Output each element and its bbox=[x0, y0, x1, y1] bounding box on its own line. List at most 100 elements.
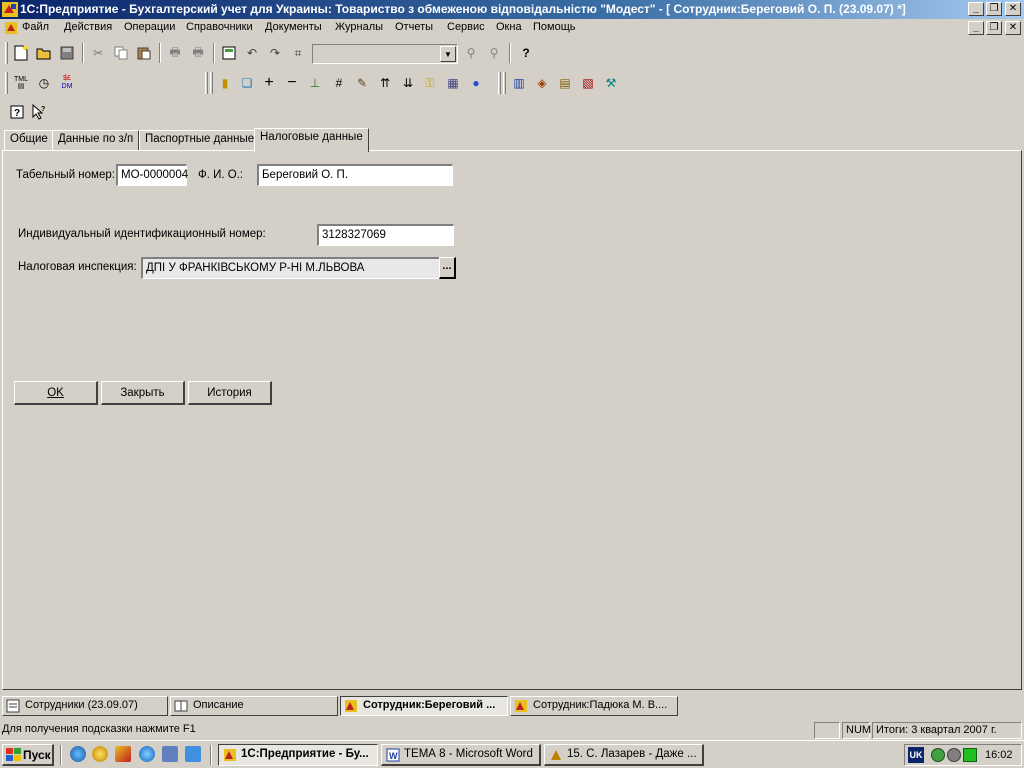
search-combo[interactable]: ▼ bbox=[312, 44, 458, 64]
window-tab-label: Сотрудник:Падюка М. В.... bbox=[533, 699, 668, 711]
menu-file[interactable]: Файл bbox=[22, 21, 49, 33]
print-icon[interactable]: 🖶 bbox=[166, 44, 184, 62]
toolbar-handle[interactable] bbox=[5, 42, 8, 64]
quicklaunch-media-icon[interactable] bbox=[92, 746, 108, 762]
toolbar-handle[interactable] bbox=[210, 72, 213, 94]
menu-windows[interactable]: Окна bbox=[496, 21, 522, 33]
chevron-down-icon[interactable]: ▼ bbox=[440, 46, 456, 62]
find-prev-icon[interactable]: ⚲ bbox=[485, 44, 503, 62]
context-help-icon[interactable]: ? bbox=[30, 103, 48, 121]
tab-number-field[interactable]: МО-0000004 bbox=[116, 164, 188, 186]
book-open-icon[interactable]: ◈ bbox=[533, 74, 551, 92]
quicklaunch-explorer-icon[interactable] bbox=[185, 746, 201, 762]
quicklaunch-1c-icon[interactable] bbox=[115, 746, 131, 762]
paste-icon[interactable] bbox=[135, 44, 153, 62]
post-icon[interactable]: ⊥ bbox=[306, 74, 324, 92]
cash-register-icon[interactable]: ▦ bbox=[444, 74, 462, 92]
ok-button[interactable]: OK bbox=[14, 381, 98, 405]
tray-app-icon[interactable] bbox=[963, 748, 977, 762]
new-document-icon[interactable] bbox=[12, 44, 30, 62]
chart-bars-icon[interactable]: ▥ bbox=[510, 74, 528, 92]
menu-journals[interactable]: Журналы bbox=[335, 21, 383, 33]
book-icon bbox=[174, 700, 188, 712]
toolbar-handle[interactable] bbox=[498, 72, 501, 94]
toolbar-handle[interactable] bbox=[5, 72, 8, 94]
tools-icon[interactable]: ⚒ bbox=[602, 74, 620, 92]
quicklaunch-ie-icon[interactable] bbox=[139, 746, 155, 762]
calculator-icon[interactable] bbox=[220, 44, 238, 62]
menu-operations[interactable]: Операции bbox=[124, 21, 175, 33]
toolbar-handle[interactable] bbox=[205, 72, 208, 94]
window-tab-employee-beregoviy[interactable]: Сотрудник:Береговий ... bbox=[340, 696, 508, 716]
menu-documents[interactable]: Документы bbox=[265, 21, 322, 33]
clock[interactable]: 16:02 bbox=[985, 749, 1013, 761]
find-binoculars-icon[interactable]: ⌗ bbox=[289, 44, 307, 62]
minimize-button[interactable]: _ bbox=[968, 2, 984, 16]
system-tray: UK 16:02 bbox=[904, 744, 1022, 766]
quicklaunch-browser-icon[interactable] bbox=[70, 746, 86, 762]
child-restore-button[interactable]: ❐ bbox=[986, 21, 1002, 35]
tray-volume-icon[interactable] bbox=[947, 748, 961, 762]
menu-service[interactable]: Сервис bbox=[447, 21, 485, 33]
tml-icon[interactable]: TML ▤ bbox=[12, 74, 30, 92]
quicklaunch-desktop-icon[interactable] bbox=[162, 746, 178, 762]
save-icon[interactable] bbox=[58, 44, 76, 62]
tab-tax-data[interactable]: Налоговые данные bbox=[254, 128, 369, 152]
taskbar-item-media[interactable]: 15. С. Лазарев - Даже ... bbox=[544, 744, 704, 766]
dm-icon[interactable]: $£ DM bbox=[58, 74, 76, 92]
tax-inspection-select-button[interactable]: ... bbox=[439, 257, 456, 279]
open-folder-icon[interactable] bbox=[35, 44, 53, 62]
toolbar-separator bbox=[213, 43, 215, 63]
child-close-button[interactable]: ✕ bbox=[1005, 21, 1021, 35]
redo-icon[interactable]: ↷ bbox=[266, 44, 284, 62]
svg-text:?: ? bbox=[14, 108, 20, 119]
menu-help[interactable]: Помощь bbox=[533, 21, 576, 33]
form-help-icon[interactable]: ? bbox=[8, 103, 26, 121]
tab-passport-data[interactable]: Паспортные данные bbox=[139, 130, 261, 150]
menu-reports[interactable]: Отчеты bbox=[395, 21, 433, 33]
ledger-icon[interactable]: ▧ bbox=[579, 74, 597, 92]
taskbar-item-word[interactable]: W ТЕМА 8 - Microsoft Word bbox=[381, 744, 541, 766]
language-indicator[interactable]: UK bbox=[908, 747, 924, 763]
inn-label: Индивидуальный идентификационный номер: bbox=[18, 228, 266, 240]
child-minimize-button[interactable]: _ bbox=[968, 21, 984, 35]
cut-icon[interactable]: ✂ bbox=[89, 44, 107, 62]
window-tab-employees[interactable]: Сотрудники (23.09.07) bbox=[2, 696, 168, 716]
tax-inspection-field[interactable]: ДПІ У ФРАНКІВСЬКОМУ Р-НІ М.ЛЬВОВА bbox=[141, 257, 440, 279]
toolbar-handle[interactable] bbox=[503, 72, 506, 94]
sort-asc-icon[interactable]: ⇈ bbox=[376, 74, 394, 92]
table-icon[interactable]: # bbox=[330, 74, 348, 92]
tab-salary-data[interactable]: Данные по з/п bbox=[52, 130, 140, 150]
history-button[interactable]: История bbox=[188, 381, 272, 405]
tab-general[interactable]: Общие bbox=[4, 130, 54, 150]
restore-button[interactable]: ❐ bbox=[986, 2, 1002, 16]
copy-icon[interactable] bbox=[112, 44, 130, 62]
fio-field[interactable]: Береговий О. П. bbox=[257, 164, 453, 186]
svg-text:W: W bbox=[389, 751, 398, 761]
close-button[interactable]: ✕ bbox=[1005, 2, 1021, 16]
menu-actions[interactable]: Действия bbox=[64, 21, 112, 33]
menu-references[interactable]: Справочники bbox=[186, 21, 253, 33]
print-preview-icon[interactable]: 🖶 bbox=[189, 44, 207, 62]
help-question-icon[interactable]: ? bbox=[517, 44, 535, 62]
book-icon[interactable]: ▮ bbox=[216, 74, 234, 92]
window-tab-description[interactable]: Описание bbox=[170, 696, 338, 716]
taskbar-item-1c[interactable]: 1С:Предприятие - Бу... bbox=[218, 744, 378, 766]
toolbar-separator bbox=[159, 43, 161, 63]
sort-desc-icon[interactable]: ⇊ bbox=[399, 74, 417, 92]
globe-icon[interactable]: ● bbox=[467, 74, 485, 92]
edit-pencil-icon[interactable]: ✎ bbox=[353, 74, 371, 92]
keys-icon[interactable]: ⚿ bbox=[421, 74, 439, 92]
find-next-icon[interactable]: ⚲ bbox=[462, 44, 480, 62]
copy-row-icon[interactable]: ❏ bbox=[238, 74, 256, 92]
close-form-button[interactable]: Закрыть bbox=[101, 381, 185, 405]
undo-icon[interactable]: ↶ bbox=[243, 44, 261, 62]
window-tab-employee-padyuka[interactable]: Сотрудник:Падюка М. В.... bbox=[510, 696, 678, 716]
remove-icon[interactable]: − bbox=[283, 74, 301, 92]
clock-icon[interactable]: ◷ bbox=[35, 74, 53, 92]
inn-field[interactable]: 3128327069 bbox=[317, 224, 454, 246]
journal-icon[interactable]: ▤ bbox=[556, 74, 574, 92]
add-icon[interactable]: + bbox=[260, 74, 278, 92]
tray-network-icon[interactable] bbox=[931, 748, 945, 762]
start-button[interactable]: Пуск bbox=[2, 744, 54, 766]
